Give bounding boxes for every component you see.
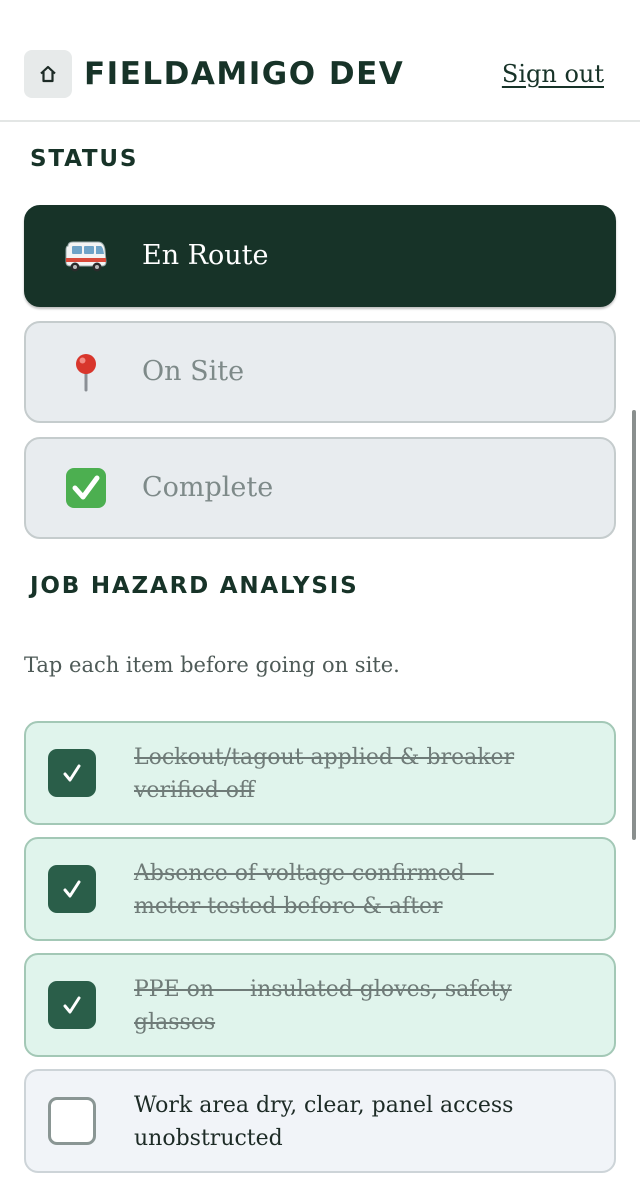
- checkbox[interactable]: [48, 981, 96, 1029]
- app-title: FIELDAMIGO DEV: [84, 56, 405, 92]
- status-heading: STATUS: [30, 146, 139, 172]
- checkmark-icon: [63, 880, 81, 898]
- checkbox[interactable]: [48, 865, 96, 913]
- jha-item-lockout[interactable]: Lockout/tagout applied & breaker verifie…: [24, 721, 616, 825]
- jha-heading: JOB HAZARD ANALYSIS: [30, 573, 359, 599]
- status-label: On Site: [142, 356, 245, 387]
- app-header: FIELDAMIGO DEV Sign out: [0, 0, 640, 122]
- jha-item-text: Lockout/tagout applied & breaker verifie…: [134, 741, 574, 807]
- jha-helper-text: Tap each item before going on site.: [24, 653, 400, 677]
- checkmark-icon: [63, 764, 81, 782]
- checkmark-icon: [63, 996, 81, 1014]
- pushpin-icon: [76, 354, 96, 392]
- check-mark-button-icon: [66, 468, 106, 508]
- jha-item-text: Work area dry, clear, panel access unobs…: [134, 1089, 574, 1155]
- jha-item-ppe[interactable]: PPE on — insulated gloves, safety glasse…: [24, 953, 616, 1057]
- jha-item-text: Absence of voltage confirmed — meter tes…: [134, 857, 574, 923]
- jha-item-line: verified off: [134, 778, 255, 803]
- jha-item-voltage[interactable]: Absence of voltage confirmed — meter tes…: [24, 837, 616, 941]
- status-option-on-site[interactable]: On Site: [24, 321, 616, 423]
- jha-item-line: meter tested before & after: [134, 894, 443, 919]
- checkbox[interactable]: [48, 749, 96, 797]
- jha-item-line: unobstructed: [134, 1126, 283, 1151]
- jha-item-line: Absence of voltage confirmed —: [134, 861, 494, 886]
- status-option-en-route[interactable]: En Route: [24, 205, 616, 307]
- status-label: Complete: [142, 472, 274, 503]
- checkbox[interactable]: [48, 1097, 96, 1145]
- sign-out-link[interactable]: Sign out: [502, 58, 604, 90]
- home-icon: [40, 65, 56, 83]
- home-button[interactable]: [24, 50, 72, 98]
- jha-item-work-area[interactable]: Work area dry, clear, panel access unobs…: [24, 1069, 616, 1173]
- jha-item-line: PPE on — insulated gloves, safety: [134, 977, 512, 1002]
- jha-item-line: glasses: [134, 1010, 216, 1035]
- status-option-complete[interactable]: Complete: [24, 437, 616, 539]
- status-label: En Route: [142, 240, 269, 271]
- jha-item-line: Lockout/tagout applied & breaker: [134, 745, 515, 770]
- van-icon: [65, 241, 107, 272]
- scrollbar[interactable]: [632, 410, 636, 840]
- jha-item-text: PPE on — insulated gloves, safety glasse…: [134, 973, 574, 1039]
- jha-item-line: Work area dry, clear, panel access: [134, 1093, 514, 1118]
